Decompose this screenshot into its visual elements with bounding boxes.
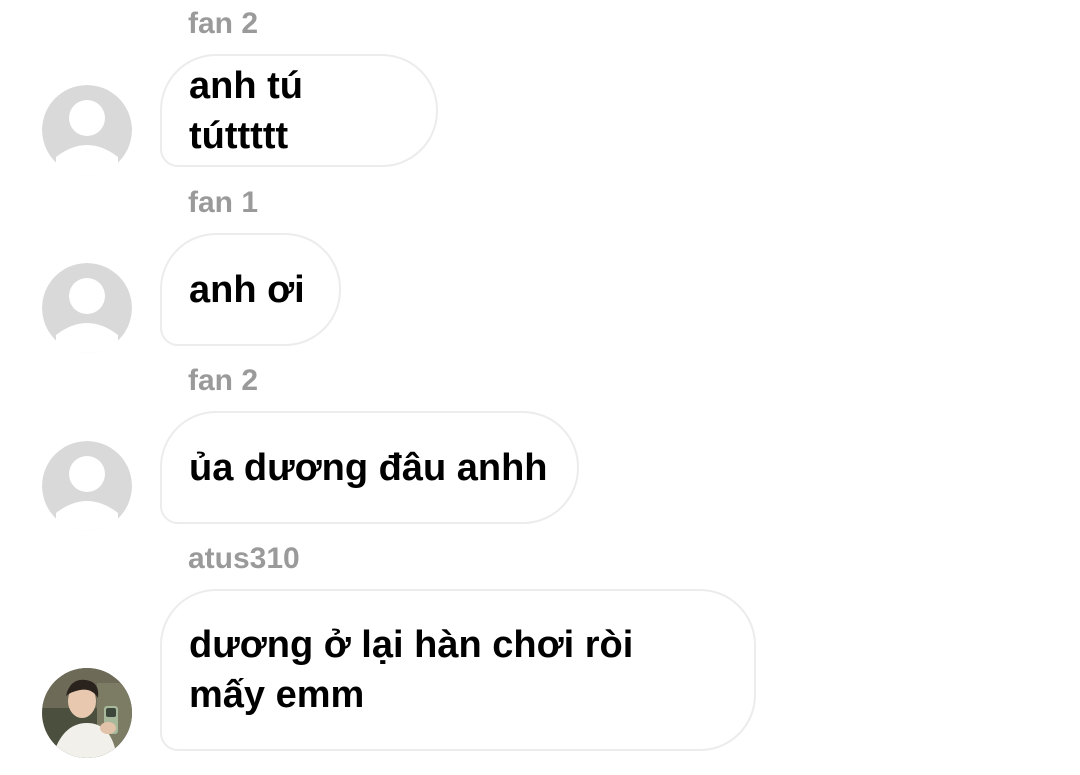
sender-name: fan 2 bbox=[188, 7, 259, 40]
profile-photo-avatar[interactable] bbox=[42, 668, 132, 758]
chat-thread: fan 2 anh tú túttttt fan 1 anh ơi fan 2 … bbox=[0, 0, 1080, 775]
message-bubble[interactable]: anh ơi bbox=[160, 233, 341, 346]
default-avatar-icon[interactable] bbox=[42, 263, 132, 353]
message-bubble[interactable]: anh tú túttttt bbox=[160, 54, 438, 167]
sender-name: fan 1 bbox=[188, 186, 259, 219]
message-text: ủa dương đâu anhh bbox=[189, 446, 548, 489]
sender-name: atus310 bbox=[188, 542, 300, 575]
message-text: dương ở lại hàn chơi ròi mấy emm bbox=[189, 624, 634, 716]
message-text: anh ơi bbox=[189, 268, 305, 311]
sender-name: fan 2 bbox=[188, 364, 259, 397]
message-text: anh tú túttttt bbox=[189, 64, 303, 157]
default-avatar-icon[interactable] bbox=[42, 441, 132, 531]
message-bubble[interactable]: dương ở lại hàn chơi ròi mấy emm bbox=[160, 589, 756, 751]
default-avatar-icon[interactable] bbox=[42, 85, 132, 175]
message-bubble[interactable]: ủa dương đâu anhh bbox=[160, 411, 579, 524]
